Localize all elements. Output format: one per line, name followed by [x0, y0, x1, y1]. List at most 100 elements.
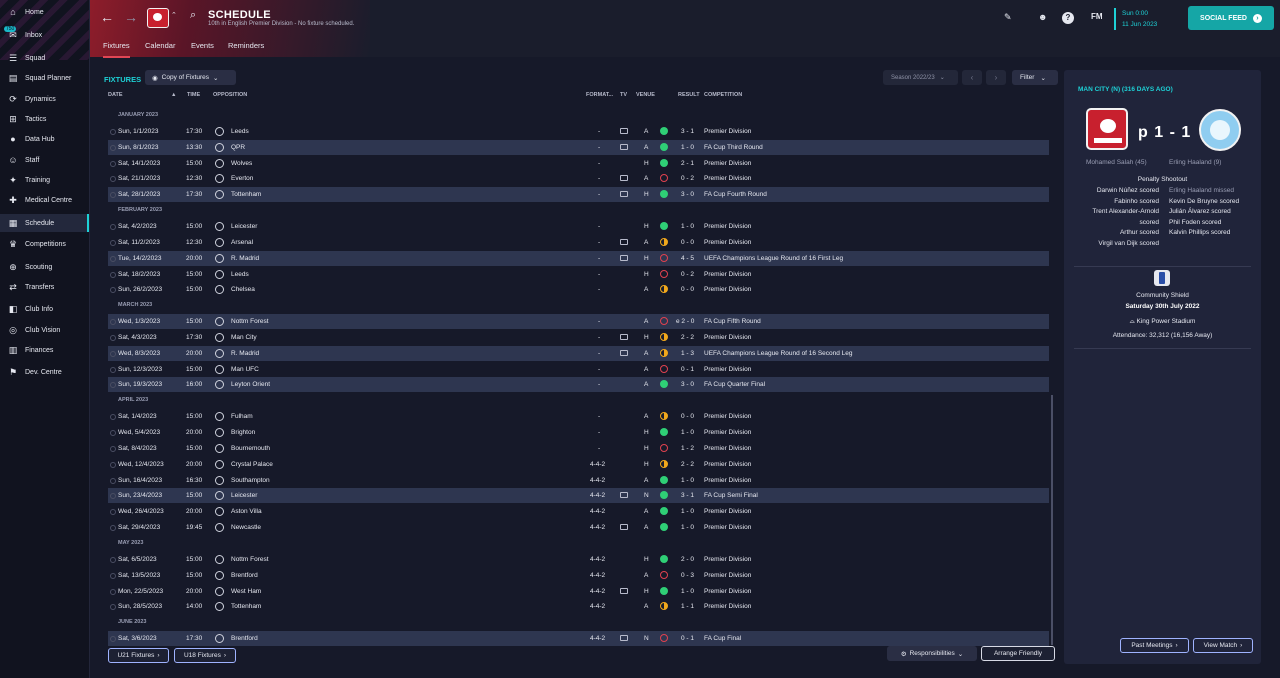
fixture-score[interactable]: 4 - 5 — [681, 255, 694, 262]
fixture-score[interactable]: 1 - 1 — [681, 603, 694, 610]
fixture-competition[interactable]: Premier Division — [704, 286, 751, 293]
season-select-dropdown[interactable]: Season 2022/23 ⌄ — [883, 70, 958, 85]
fixture-competition[interactable]: Premier Division — [704, 445, 751, 452]
row-select-icon[interactable] — [110, 192, 116, 199]
fixture-row[interactable]: Sat, 21/1/2023 12:30 Everton - A 0 - 2 Premier… — [108, 171, 1049, 186]
fixture-score[interactable]: 1 - 0 — [681, 223, 694, 230]
fixture-score[interactable]: 0 - 3 — [681, 572, 694, 579]
sidebar-item-dev-centre[interactable]: ⚑ Dev. Centre — [0, 363, 89, 381]
fixture-opposition[interactable]: Aston Villa — [231, 508, 262, 515]
fixture-opposition[interactable]: Leeds — [231, 128, 249, 135]
fixture-score[interactable]: 1 - 0 — [681, 144, 694, 151]
row-select-icon[interactable] — [110, 319, 116, 326]
tab-reminders[interactable]: Reminders — [228, 41, 264, 56]
fixture-row[interactable]: Sun, 23/4/2023 15:00 Leicester 4-4-2 N 3 - 1 F… — [108, 488, 1049, 504]
fixture-row[interactable]: Sun, 26/2/2023 15:00 Chelsea - A 0 - 0 Premier… — [108, 282, 1049, 297]
fixture-opposition[interactable]: QPR — [231, 144, 245, 151]
fixture-competition[interactable]: Premier Division — [704, 175, 751, 182]
responsibilities-dropdown[interactable]: ⚙ Responsibilities ⌄ — [887, 646, 977, 661]
fixture-competition[interactable]: FA Cup Fourth Round — [704, 191, 767, 198]
row-select-icon[interactable] — [110, 477, 116, 484]
fixture-score[interactable]: 0 - 1 — [681, 635, 694, 642]
fixture-row[interactable]: Sun, 8/1/2023 13:30 QPR - A 1 - 0 FA Cup Third… — [108, 139, 1049, 155]
fixture-score[interactable]: 0 - 2 — [681, 175, 694, 182]
view-match-button[interactable]: View Match › — [1193, 638, 1253, 653]
row-select-icon[interactable] — [110, 509, 116, 516]
fixture-score[interactable]: 3 - 1 — [681, 128, 694, 135]
fixture-competition[interactable]: Premier Division — [704, 239, 751, 246]
fixture-row[interactable]: Sat, 1/4/2023 15:00 Fulham - A 0 - 0 Premier D… — [108, 409, 1049, 424]
sidebar-item-schedule[interactable]: ▦ Schedule — [0, 214, 89, 232]
fixture-competition[interactable]: Premier Division — [704, 603, 751, 610]
fixture-competition[interactable]: Premier Division — [704, 128, 751, 135]
fixture-opposition[interactable]: Man City — [231, 334, 257, 341]
col-header-tv[interactable]: TV — [620, 92, 627, 98]
col-header-date[interactable]: DATE — [108, 92, 123, 98]
row-select-icon[interactable] — [110, 223, 116, 230]
fixture-score[interactable]: 1 - 0 — [681, 588, 694, 595]
fixture-score[interactable]: e 2 - 0 — [676, 318, 694, 325]
fixture-opposition[interactable]: Brentford — [231, 635, 258, 642]
fixture-score[interactable]: 0 - 2 — [681, 271, 694, 278]
row-select-icon[interactable] — [110, 525, 116, 532]
sidebar-item-squad-planner[interactable]: ▤ Squad Planner — [0, 69, 89, 87]
fixture-score[interactable]: 1 - 0 — [681, 429, 694, 436]
fixture-row[interactable]: Sun, 16/4/2023 16:30 Southampton 4-4-2 A 1 - … — [108, 473, 1049, 488]
row-select-icon[interactable] — [110, 445, 116, 452]
row-select-icon[interactable] — [110, 287, 116, 294]
fixture-score[interactable]: 3 - 1 — [681, 492, 694, 499]
club-badge[interactable] — [147, 8, 169, 28]
fixture-competition[interactable]: Premier Division — [704, 556, 751, 563]
fixture-row[interactable]: Sat, 4/2/2023 15:00 Leicester - H 1 - 0 Premie… — [108, 219, 1049, 234]
sidebar-item-club-vision[interactable]: ◎ Club Vision — [0, 321, 89, 339]
fixture-row[interactable]: Mon, 22/5/2023 20:00 West Ham 4-4-2 H 1 - 0 Pr… — [108, 584, 1049, 599]
fixture-row[interactable]: Sun, 1/1/2023 17:30 Leeds - A 3 - 1 Premier Di… — [108, 124, 1049, 139]
fixture-opposition[interactable]: Chelsea — [231, 286, 255, 293]
fixture-opposition[interactable]: Tottenham — [231, 603, 261, 610]
sort-ascending-icon[interactable]: ▲ — [171, 92, 176, 98]
row-select-icon[interactable] — [110, 239, 116, 246]
fixture-opposition[interactable]: Leicester — [231, 223, 257, 230]
sidebar-item-staff[interactable]: ☺ Staff — [0, 151, 89, 169]
fixture-row[interactable]: Sat, 29/4/2023 19:45 Newcastle 4-4-2 A 1 - 0 P… — [108, 520, 1049, 535]
row-select-icon[interactable] — [110, 414, 116, 421]
fixture-competition[interactable]: FA Cup Semi Final — [704, 492, 758, 499]
u21-fixtures-button[interactable]: U21 Fixtures › — [108, 648, 169, 663]
fixture-score[interactable]: 3 - 0 — [681, 381, 694, 388]
back-arrow-icon[interactable]: ← — [100, 9, 114, 25]
fixture-opposition[interactable]: Everton — [231, 175, 253, 182]
fixture-score[interactable]: 1 - 3 — [681, 350, 694, 357]
row-select-icon[interactable] — [110, 144, 116, 151]
fixture-opposition[interactable]: Nottm Forest — [231, 556, 269, 563]
sidebar-item-tactics[interactable]: ⊞ Tactics — [0, 110, 89, 128]
fixture-score[interactable]: 2 - 2 — [681, 334, 694, 341]
fixture-competition[interactable]: Premier Division — [704, 429, 751, 436]
row-select-icon[interactable] — [110, 461, 116, 468]
fixture-opposition[interactable]: Fulham — [231, 413, 253, 420]
row-select-icon[interactable] — [110, 382, 116, 389]
row-select-icon[interactable] — [110, 556, 116, 563]
fixture-competition[interactable]: Premier Division — [704, 461, 751, 468]
row-select-icon[interactable] — [110, 271, 116, 278]
row-select-icon[interactable] — [110, 636, 116, 643]
fixture-score[interactable]: 1 - 0 — [681, 524, 694, 531]
fixture-score[interactable]: 2 - 0 — [681, 556, 694, 563]
row-select-icon[interactable] — [110, 350, 116, 357]
fixture-opposition[interactable]: Crystal Palace — [231, 461, 273, 468]
fixture-competition[interactable]: Premier Division — [704, 588, 751, 595]
fixture-score[interactable]: 1 - 0 — [681, 508, 694, 515]
fixture-competition[interactable]: Premier Division — [704, 366, 751, 373]
fixture-opposition[interactable]: R. Madrid — [231, 350, 259, 357]
fixture-opposition[interactable]: Man UFC — [231, 366, 259, 373]
fixture-row[interactable]: Sat, 8/4/2023 15:00 Bournemouth - H 1 - 2 Prem… — [108, 441, 1049, 456]
sidebar-item-competitions[interactable]: ♛ Competitions — [0, 235, 89, 253]
fixture-competition[interactable]: FA Cup Quarter Final — [704, 381, 765, 388]
fixture-opposition[interactable]: Wolves — [231, 160, 252, 167]
fixture-score[interactable]: 3 - 0 — [681, 191, 694, 198]
fm-logo-icon[interactable]: FM — [1091, 12, 1103, 21]
fixture-score[interactable]: 0 - 0 — [681, 413, 694, 420]
row-select-icon[interactable] — [110, 493, 116, 500]
fixture-opposition[interactable]: Arsenal — [231, 239, 253, 246]
fixture-score[interactable]: 0 - 0 — [681, 239, 694, 246]
sidebar-item-inbox[interactable]: ✉ Inbox 750 — [0, 26, 89, 44]
